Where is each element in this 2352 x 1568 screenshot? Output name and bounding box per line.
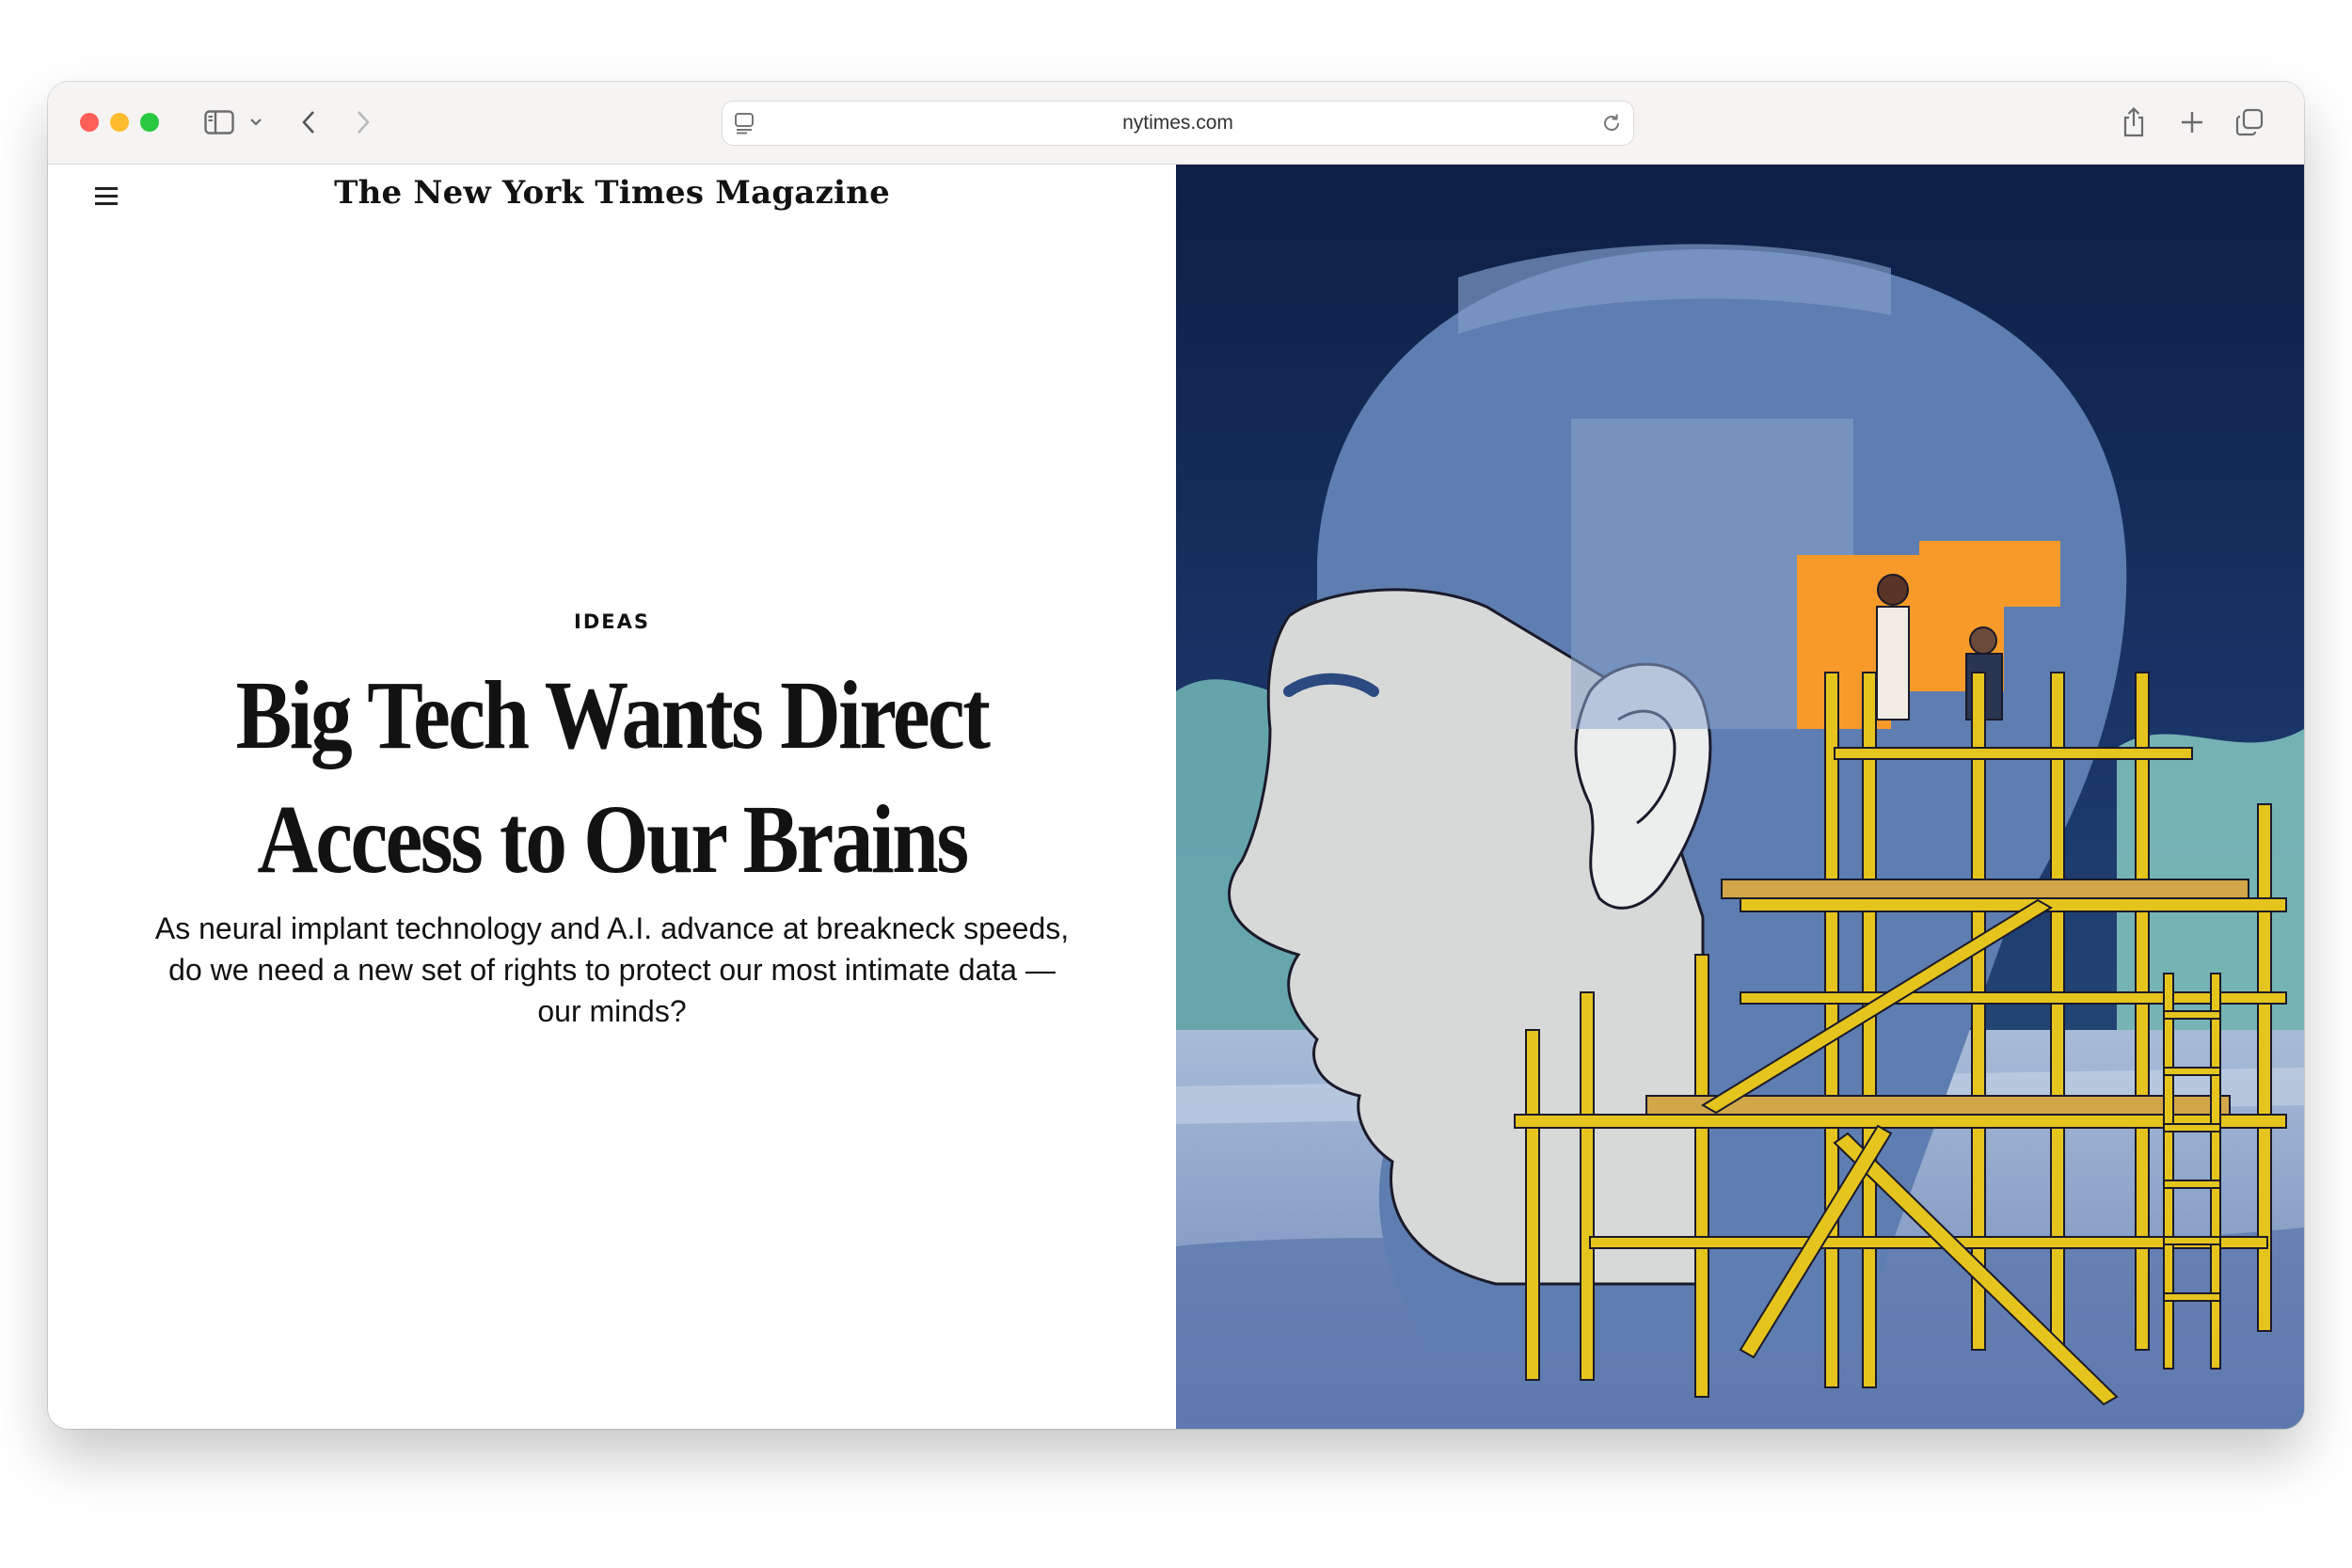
headline-line-2: Access to Our Brains — [257, 785, 969, 894]
minimize-window-button[interactable] — [110, 113, 129, 132]
address-bar[interactable]: nytimes.com — [722, 101, 1634, 146]
page-content: The New York Times Magazine IDEAS Big Te… — [48, 165, 2304, 1429]
tabs-overview-icon[interactable] — [2233, 103, 2266, 142]
hero-illustration — [1176, 165, 2304, 1429]
reload-icon[interactable] — [1597, 103, 1626, 143]
back-icon[interactable] — [294, 103, 323, 142]
article-panel: The New York Times Magazine IDEAS Big Te… — [48, 165, 1176, 1429]
masthead-logo[interactable]: The New York Times Magazine — [48, 174, 1176, 212]
share-icon[interactable] — [2118, 103, 2150, 142]
close-window-button[interactable] — [80, 113, 99, 132]
head-scaffold-illustration — [1176, 165, 2304, 1429]
sidebar-icon[interactable] — [199, 103, 240, 142]
url-text: nytimes.com — [1122, 112, 1233, 134]
section-kicker[interactable]: IDEAS — [48, 610, 1176, 633]
browser-window: nytimes.com The New York Times Magazine … — [48, 82, 2304, 1429]
new-tab-icon[interactable] — [2176, 103, 2208, 142]
headline-line-1: Big Tech Wants Direct — [235, 661, 991, 769]
article-headline: Big Tech Wants Direct Access to Our Brai… — [216, 654, 1009, 902]
chevron-down-icon[interactable] — [246, 103, 266, 142]
browser-toolbar: nytimes.com — [48, 82, 2304, 165]
zoom-window-button[interactable] — [140, 113, 159, 132]
forward-icon[interactable] — [349, 103, 377, 142]
article-dek: As neural implant technology and A.I. ad… — [154, 911, 1070, 1028]
